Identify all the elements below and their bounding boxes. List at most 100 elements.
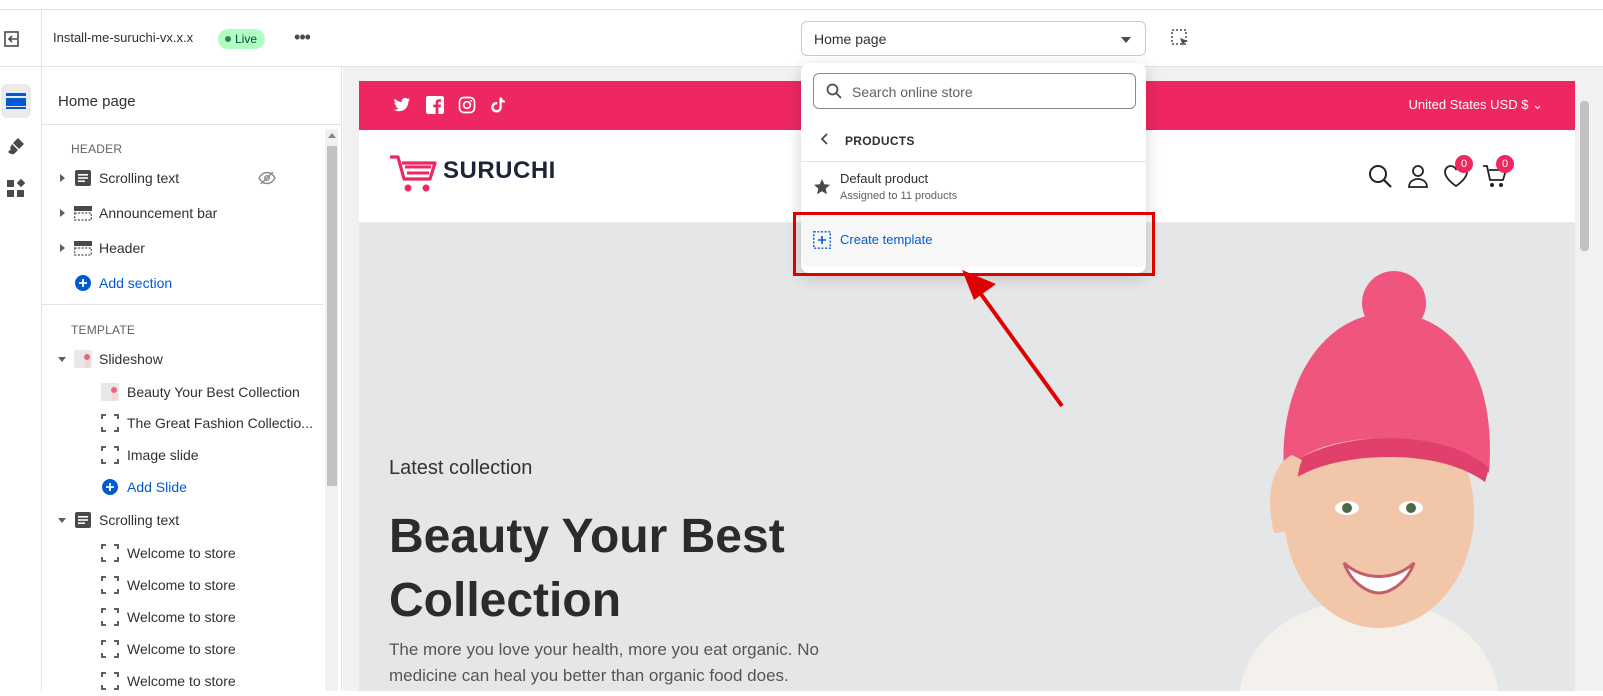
tree-block-label: The Great Fashion Collectio... xyxy=(127,415,313,431)
sections-tab[interactable] xyxy=(1,84,31,118)
template-option-default-product[interactable]: Default product Assigned to 11 products xyxy=(801,163,1146,209)
page-selector-value: Home page xyxy=(814,31,887,47)
chevron-down-icon xyxy=(1121,37,1131,43)
add-slide-label: Add Slide xyxy=(127,479,187,495)
tree-item-header[interactable]: Header xyxy=(42,233,324,263)
hero-kicker: Latest collection xyxy=(389,457,533,479)
inspector-select-icon[interactable] xyxy=(1170,28,1192,50)
annotation-arrow-icon xyxy=(960,270,1080,410)
tree-block-text[interactable]: Welcome to store xyxy=(42,634,324,664)
sidebar-title: Home page xyxy=(58,93,136,110)
tree-item-slideshow[interactable]: Slideshow xyxy=(42,344,324,374)
tree-block-text[interactable]: Welcome to store xyxy=(42,538,324,568)
tree-item-label: Header xyxy=(99,240,145,256)
slide-thumbnail-icon xyxy=(101,383,119,401)
tree-item-label: Scrolling text xyxy=(99,170,180,186)
search-icon[interactable] xyxy=(1367,163,1393,189)
divider xyxy=(42,124,342,125)
template-group-label: TEMPLATE xyxy=(71,323,136,337)
editor-topbar: Install-me-suruchi-vx.x.x Live ••• Home … xyxy=(0,9,1603,67)
tree-block-label: Welcome to store xyxy=(127,577,236,593)
search-icon xyxy=(826,83,842,99)
section-icon xyxy=(74,204,92,222)
twitter-icon[interactable] xyxy=(393,96,411,114)
dropdown-section-title: PRODUCTS xyxy=(845,134,915,148)
block-frame-icon xyxy=(101,640,119,658)
tree-item-announcement-bar[interactable]: Announcement bar xyxy=(42,198,324,228)
add-section-button[interactable]: Add section xyxy=(42,268,324,298)
expand-arrow-icon[interactable] xyxy=(60,209,65,217)
tree-block-text[interactable]: Welcome to store xyxy=(42,602,324,632)
hero-model-image xyxy=(1179,263,1559,691)
tree-block-label: Welcome to store xyxy=(127,609,236,625)
template-option-title: Default product xyxy=(840,171,929,186)
tiktok-icon[interactable] xyxy=(489,96,507,114)
collapse-arrow-icon[interactable] xyxy=(58,357,66,362)
tree-block-text[interactable]: Welcome to store xyxy=(42,666,324,696)
more-actions-button[interactable]: ••• xyxy=(290,27,314,51)
text-block-icon xyxy=(74,169,92,187)
block-frame-icon xyxy=(101,414,119,432)
section-icon xyxy=(74,239,92,257)
hero-title: Beauty Your Best Collection xyxy=(389,510,785,627)
add-section-label: Add section xyxy=(99,275,173,291)
tree-block-slide[interactable]: Beauty Your Best Collection xyxy=(42,377,324,407)
block-frame-icon xyxy=(101,544,119,562)
tree-item-scrolling-text[interactable]: Scrolling text xyxy=(42,505,324,535)
divider xyxy=(42,304,323,305)
slideshow-thumbnail-icon xyxy=(74,350,92,368)
currency-selector[interactable]: United States USD $ ⌄ xyxy=(1409,97,1543,113)
account-icon[interactable] xyxy=(1405,163,1431,189)
page-selector[interactable]: Home page xyxy=(801,21,1146,56)
collapse-arrow-icon[interactable] xyxy=(58,518,66,523)
sections-sidebar: Home page HEADER Scrolling text Announce… xyxy=(42,67,342,691)
facebook-icon[interactable] xyxy=(426,96,444,114)
expand-arrow-icon[interactable] xyxy=(60,174,65,182)
tree-block-label: Beauty Your Best Collection xyxy=(127,384,300,400)
instagram-icon[interactable] xyxy=(458,96,476,114)
preview-scrollbar-thumb[interactable] xyxy=(1580,101,1589,251)
tree-block-label: Welcome to store xyxy=(127,545,236,561)
exit-icon[interactable] xyxy=(2,28,24,50)
theme-name: Install-me-suruchi-vx.x.x xyxy=(53,30,194,45)
currency-label: United States USD $ xyxy=(1408,97,1529,112)
tree-block-slide[interactable]: The Great Fashion Collectio... xyxy=(42,408,324,438)
tree-block-label: Welcome to store xyxy=(127,673,236,689)
status-badge: Live xyxy=(218,29,266,49)
search-input[interactable] xyxy=(852,82,1122,102)
expand-arrow-icon[interactable] xyxy=(60,244,65,252)
block-frame-icon xyxy=(101,608,119,626)
header-group-label: HEADER xyxy=(71,142,123,156)
block-frame-icon xyxy=(101,446,119,464)
sidebar-scrollbar-thumb[interactable] xyxy=(327,146,337,486)
plus-circle-icon xyxy=(74,274,92,292)
apps-blocks-icon[interactable] xyxy=(1,171,31,205)
tree-item-label: Announcement bar xyxy=(99,205,218,221)
plus-circle-icon xyxy=(101,478,119,496)
logo-text: SURUCHI xyxy=(443,157,556,184)
template-option-subtitle: Assigned to 11 products xyxy=(840,190,958,202)
tree-item-label: Scrolling text xyxy=(99,512,180,528)
back-chevron-icon[interactable] xyxy=(819,132,829,145)
topbar-divider xyxy=(41,10,42,67)
scroll-up-arrow-icon[interactable] xyxy=(328,133,336,138)
tree-block-text[interactable]: Welcome to store xyxy=(42,570,324,600)
star-icon xyxy=(813,178,831,196)
add-slide-button[interactable]: Add Slide xyxy=(42,472,324,502)
search-field[interactable] xyxy=(813,73,1136,109)
block-frame-icon xyxy=(101,672,119,690)
annotation-highlight-box xyxy=(793,212,1155,276)
tree-item-label: Slideshow xyxy=(99,351,163,367)
cart-count-badge: 0 xyxy=(1496,155,1514,173)
tree-block-label: Image slide xyxy=(127,447,199,463)
tree-block-slide[interactable]: Image slide xyxy=(42,440,324,470)
eye-off-icon[interactable] xyxy=(258,170,276,186)
tree-item-scrolling-text[interactable]: Scrolling text xyxy=(42,163,324,193)
divider xyxy=(801,161,1146,162)
theme-settings-brush-icon[interactable] xyxy=(1,128,31,162)
editor-icon-rail xyxy=(0,67,42,691)
chevron-down-icon: ⌄ xyxy=(1532,97,1543,112)
tree-block-label: Welcome to store xyxy=(127,641,236,657)
hero-description: The more you love your health, more you … xyxy=(389,640,819,685)
text-block-icon xyxy=(74,511,92,529)
